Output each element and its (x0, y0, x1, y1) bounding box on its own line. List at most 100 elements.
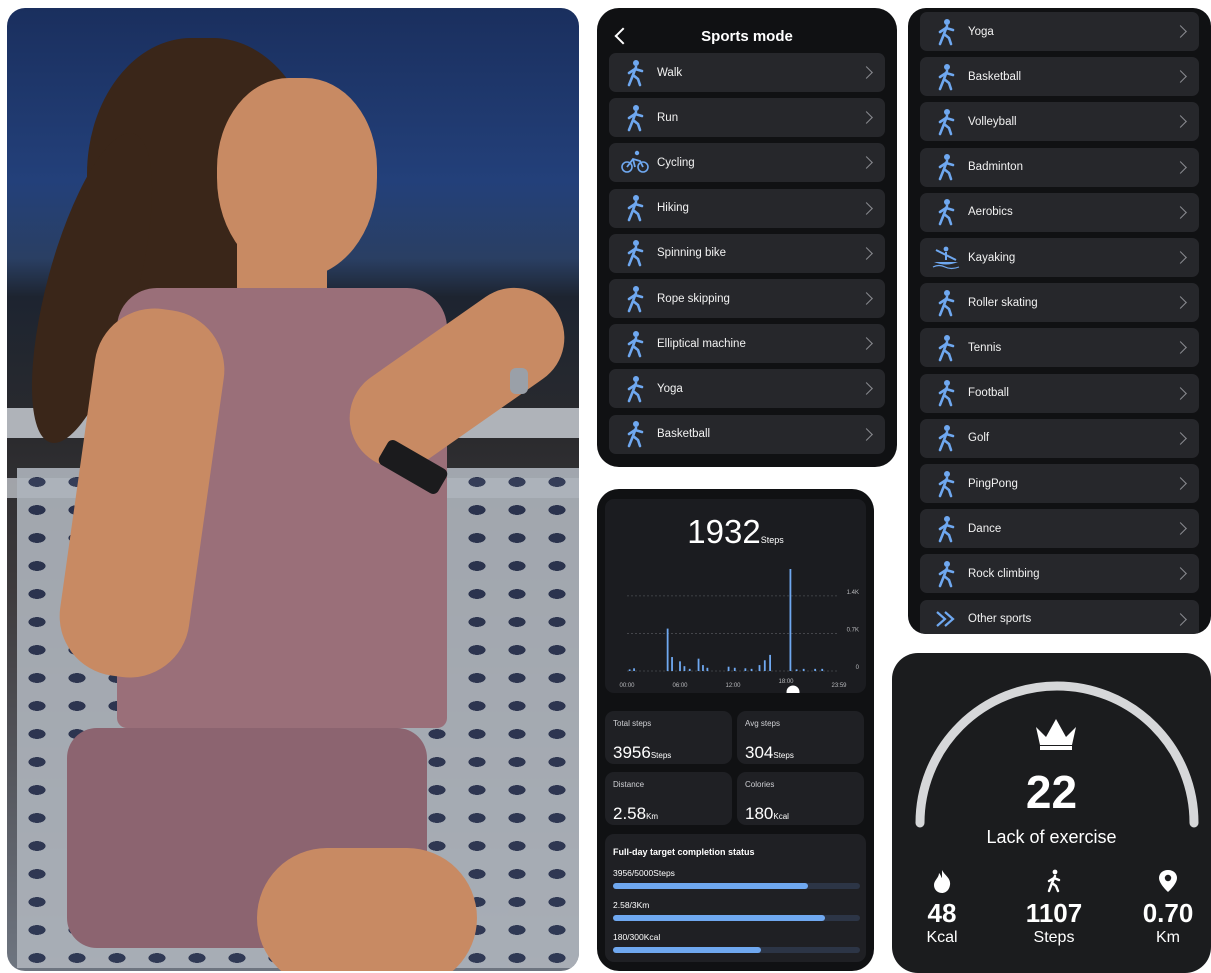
sport-item-rock-climbing[interactable]: Rock climbing (920, 554, 1199, 594)
target-title: Full-day target completion status (613, 847, 755, 857)
chart-bar (795, 669, 798, 671)
yoga-icon (930, 17, 962, 47)
sport-label: Roller skating (968, 296, 1038, 309)
sport-item-hiking[interactable]: Hiking (609, 188, 885, 228)
sport-label: Volleyball (968, 115, 1017, 128)
roller-skating-icon (930, 288, 962, 318)
runner-photo (7, 8, 579, 971)
kayaking-icon (930, 243, 962, 273)
sport-item-run[interactable]: Run (609, 98, 885, 138)
stat-card-colories: Colories 180Kcal (737, 772, 864, 825)
sport-item-yoga[interactable]: Yoga (609, 369, 885, 409)
target-label: 180/300Kcal (613, 932, 661, 942)
chevron-right-icon (1174, 160, 1187, 174)
chart-bar (702, 665, 704, 671)
sport-item-walk[interactable]: Walk (609, 53, 885, 92)
chart-bar (628, 669, 631, 671)
sport-item-volleyball[interactable]: Volleyball (920, 102, 1199, 142)
chart-bar (814, 668, 817, 671)
steps-bar-chart: 1.4K 0.7K 0 00:00 06:00 12:00 18:00 23:59 (619, 569, 860, 694)
chevron-right-icon (860, 111, 873, 125)
x-tick-label: 18:00 (778, 679, 794, 685)
sport-item-badminton[interactable]: Badminton (920, 147, 1199, 187)
aerobics-icon (930, 197, 962, 227)
crown-icon (1036, 719, 1076, 750)
chart-bar (666, 628, 669, 671)
chart-bar (671, 657, 673, 671)
sport-label: Rope skipping (657, 292, 730, 305)
exercise-screen: 22 Lack of exercise 48 Kcal 1107 Steps 0… (892, 653, 1211, 973)
sport-label: Badminton (968, 161, 1023, 174)
sport-label: Other sports (968, 613, 1032, 626)
chevron-right-icon (1174, 251, 1187, 264)
chart-bar (750, 668, 753, 671)
sport-label: Rock climbing (968, 567, 1040, 580)
x-tick-label: 23:59 (831, 683, 847, 689)
stat-value: 304Steps (745, 743, 794, 762)
chart-bar (769, 654, 771, 671)
sport-label: Dance (968, 522, 1002, 535)
spinning-bike-icon (619, 238, 651, 268)
chevron-right-icon (1174, 70, 1187, 84)
x-tick-label: 00:00 (619, 683, 635, 689)
chevron-right-icon (1174, 386, 1187, 400)
time-slider-handle[interactable] (786, 685, 800, 694)
sport-item-spinning-bike[interactable]: Spinning bike (609, 233, 885, 273)
sport-item-basketball[interactable]: Basketball (920, 57, 1199, 97)
chart-bar (789, 569, 792, 671)
chart-bar (744, 668, 747, 671)
chevron-right-icon (860, 66, 873, 79)
sport-item-pingpong[interactable]: PingPong (920, 464, 1199, 503)
y-tick-label: 0 (856, 665, 860, 671)
target-status-card: Full-day target completion status 3956/5… (605, 834, 866, 962)
sport-label: Cycling (657, 156, 695, 169)
dance-icon (930, 514, 962, 544)
sport-item-elliptical-machine[interactable]: Elliptical machine (609, 324, 885, 364)
chart-bar (727, 666, 730, 671)
chevron-right-icon (1174, 567, 1187, 581)
chart-bar (683, 666, 686, 671)
sport-item-aerobics[interactable]: Aerobics (920, 192, 1199, 232)
target-progress-bar (613, 947, 860, 953)
target-progress-bar (613, 883, 860, 889)
sport-label: Elliptical machine (657, 337, 746, 350)
chevron-right-icon (1174, 612, 1187, 626)
golf-icon (930, 423, 962, 453)
sport-label: Tennis (968, 341, 1002, 354)
sport-item-cycling[interactable]: Cycling (609, 143, 885, 183)
chart-bar (706, 667, 709, 671)
tennis-icon (930, 333, 962, 363)
pingpong-icon (930, 469, 962, 499)
sport-item-basketball[interactable]: Basketball (609, 414, 885, 454)
y-tick-label: 1.4K (847, 590, 859, 596)
sport-item-rope-skipping[interactable]: Rope skipping (609, 279, 885, 318)
sport-item-dance[interactable]: Dance (920, 509, 1199, 549)
stat-card-distance: Distance 2.58Km (605, 772, 732, 825)
stat-number: 1107 (1025, 898, 1083, 928)
chevron-right-icon (860, 337, 873, 351)
sport-item-kayaking[interactable]: Kayaking (920, 238, 1199, 277)
other-sports-icon (930, 604, 962, 634)
chevron-right-icon (860, 156, 873, 170)
sport-item-tennis[interactable]: Tennis (920, 328, 1199, 368)
chevron-right-icon (1174, 296, 1187, 310)
sport-item-other-sports[interactable]: Other sports (920, 599, 1199, 634)
sport-item-golf[interactable]: Golf (920, 418, 1199, 458)
exercise-stat-kcal: 48 Kcal (912, 869, 972, 947)
chevron-right-icon (1174, 115, 1187, 129)
walk-icon (1004, 869, 1104, 898)
rope-skipping-icon (619, 284, 651, 314)
sports-mode-screen: Sports mode Walk Run Cycling Hiking Spin… (597, 8, 897, 467)
chevron-right-icon (860, 292, 873, 305)
chevron-right-icon (1174, 25, 1187, 38)
stat-title: Avg steps (745, 719, 780, 728)
steps-screen: 1932Steps 1.4K 0.7K 0 00:00 06:00 12:00 18:00 2… (597, 489, 874, 971)
football-icon (930, 378, 962, 408)
sport-label: Basketball (657, 428, 711, 441)
sport-item-football[interactable]: Football (920, 373, 1199, 413)
chevron-right-icon (1174, 341, 1187, 355)
sport-item-roller-skating[interactable]: Roller skating (920, 283, 1199, 323)
exercise-status: Lack of exercise (986, 827, 1117, 847)
chevron-right-icon (860, 382, 873, 396)
sport-item-yoga[interactable]: Yoga (920, 12, 1199, 51)
